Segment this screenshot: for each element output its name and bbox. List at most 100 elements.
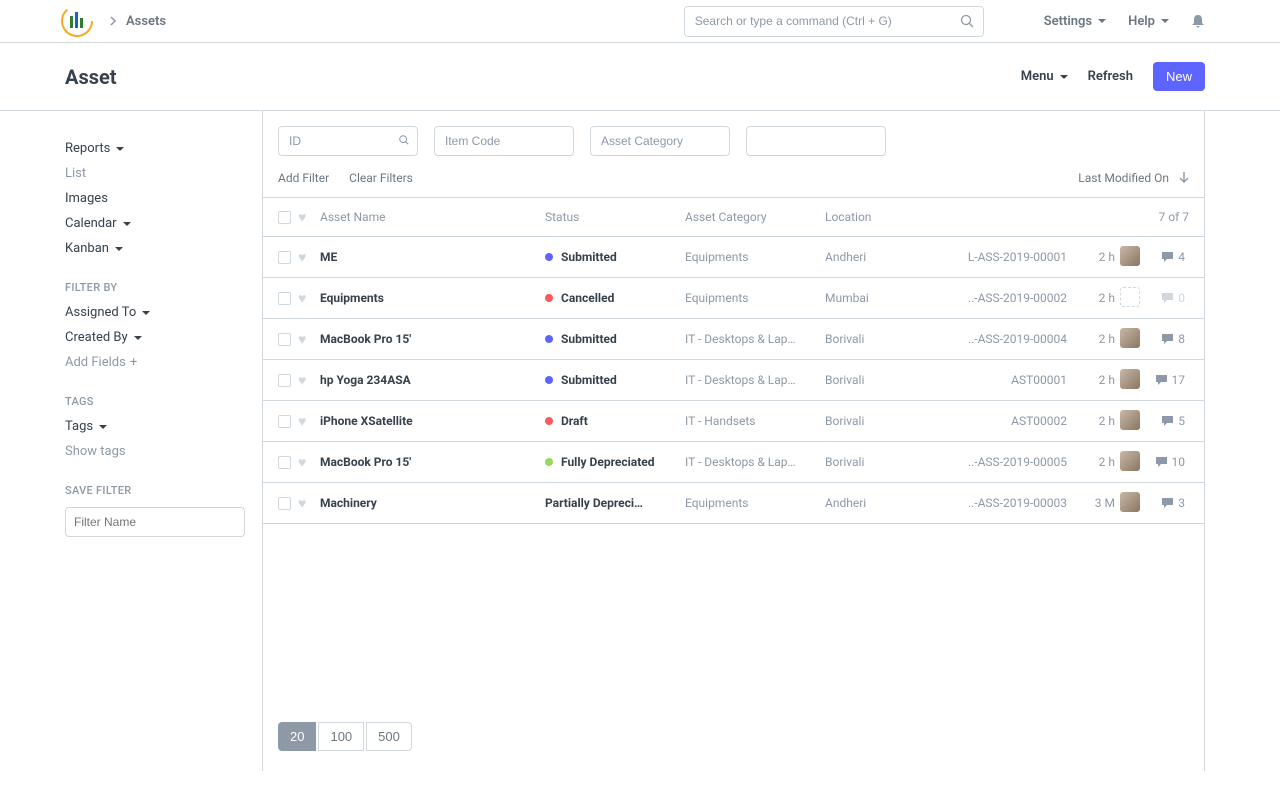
row-checkbox[interactable]: [278, 497, 291, 510]
page-size-500[interactable]: 500: [366, 722, 412, 751]
sidebar-assigned-to[interactable]: Assigned To: [65, 300, 262, 325]
comment-count[interactable]: 10: [1156, 455, 1186, 469]
page-size-100[interactable]: 100: [318, 722, 364, 751]
settings-menu[interactable]: Settings: [1044, 14, 1106, 29]
refresh-button[interactable]: Refresh: [1088, 69, 1133, 84]
avatar-cell: [1115, 328, 1145, 351]
heart-icon[interactable]: ♥: [298, 496, 306, 512]
sidebar-tags-heading: TAGS: [65, 395, 262, 408]
avatar: [1120, 410, 1140, 430]
asset-name-link[interactable]: MacBook Pro 15': [320, 332, 411, 346]
status-dot-icon: [545, 458, 553, 466]
asset-age: 3 M: [1075, 496, 1115, 510]
sidebar-calendar[interactable]: Calendar: [65, 211, 262, 236]
asset-category: IT - Handsets: [685, 414, 825, 428]
clear-filters-link[interactable]: Clear Filters: [349, 171, 413, 185]
search-container: [684, 6, 984, 37]
heart-icon[interactable]: ♥: [298, 455, 306, 471]
heart-icon[interactable]: ♥: [298, 332, 306, 348]
comment-count[interactable]: 5: [1162, 414, 1185, 428]
help-menu[interactable]: Help: [1128, 14, 1169, 29]
row-checkbox[interactable]: [278, 415, 291, 428]
asset-id: ..-ASS-2019-00002: [960, 291, 1075, 305]
avatar-cell: [1115, 246, 1145, 269]
sidebar-reports[interactable]: Reports: [65, 136, 262, 161]
asset-location: Borivali: [825, 332, 960, 346]
sidebar-tags[interactable]: Tags: [65, 414, 262, 439]
table-row[interactable]: ♥ hp Yoga 234ASA Submitted IT - Desktops…: [263, 360, 1204, 401]
comment-count[interactable]: 3: [1162, 496, 1185, 510]
comment-count[interactable]: 8: [1162, 332, 1185, 346]
list-content: Add Filter Clear Filters Last Modified O…: [262, 111, 1205, 771]
asset-age: 2 h: [1075, 291, 1115, 305]
asset-id: ..-ASS-2019-00004: [960, 332, 1075, 346]
new-button[interactable]: New: [1153, 62, 1205, 91]
sidebar-created-by[interactable]: Created By: [65, 325, 262, 350]
sidebar-kanban[interactable]: Kanban: [65, 236, 262, 261]
main-layout: Reports List Images Calendar Kanban FILT…: [0, 111, 1280, 771]
sidebar-show-tags[interactable]: Show tags: [65, 439, 262, 464]
plus-icon: +: [130, 355, 137, 370]
heart-icon[interactable]: ♥: [298, 291, 306, 307]
sidebar-images[interactable]: Images: [65, 186, 262, 211]
status-badge: Fully Depreciated: [545, 455, 685, 469]
select-all-checkbox[interactable]: [278, 211, 291, 224]
table-row[interactable]: ♥ Machinery Partially Depreci… Equipment…: [263, 483, 1204, 524]
sidebar-list[interactable]: List: [65, 161, 262, 186]
row-checkbox[interactable]: [278, 456, 291, 469]
asset-name-link[interactable]: hp Yoga 234ASA: [320, 373, 411, 387]
avatar-cell: [1115, 410, 1145, 433]
page-size-20[interactable]: 20: [278, 722, 316, 751]
row-checkbox[interactable]: [278, 374, 291, 387]
asset-id: AST00001: [960, 373, 1075, 387]
asset-name-link[interactable]: iPhone XSatellite: [320, 414, 413, 428]
asset-location: Andheri: [825, 496, 960, 510]
menu-button[interactable]: Menu: [1021, 69, 1068, 84]
add-filter-link[interactable]: Add Filter: [278, 171, 329, 185]
search-input[interactable]: [684, 6, 984, 37]
avatar-cell: [1115, 369, 1145, 392]
comment-count[interactable]: 17: [1156, 373, 1186, 387]
row-checkbox[interactable]: [278, 292, 291, 305]
comment-count[interactable]: 0: [1162, 291, 1185, 305]
bell-icon[interactable]: [1191, 14, 1205, 28]
asset-name-link[interactable]: Equipments: [320, 291, 384, 305]
comment-count[interactable]: 4: [1162, 250, 1185, 264]
heart-icon[interactable]: ♥: [298, 373, 306, 389]
asset-name-link[interactable]: ME: [320, 250, 337, 264]
filter-id-input[interactable]: [278, 126, 418, 156]
asset-id: ..-ASS-2019-00003: [960, 496, 1075, 510]
filter-empty-input[interactable]: [746, 126, 886, 156]
asset-name-link[interactable]: MacBook Pro 15': [320, 455, 411, 469]
sort-control[interactable]: Last Modified On: [1078, 171, 1189, 185]
filter-item-code-input[interactable]: [434, 126, 574, 156]
sidebar: Reports List Images Calendar Kanban FILT…: [65, 111, 262, 771]
heart-icon[interactable]: ♥: [298, 250, 306, 266]
table-row[interactable]: ♥ ME Submitted Equipments Andheri L-ASS-…: [263, 237, 1204, 278]
arrow-down-icon: [1179, 172, 1189, 184]
sidebar-add-fields[interactable]: Add Fields +: [65, 350, 262, 375]
asset-category: IT - Desktops & Lap…: [685, 455, 825, 469]
asset-category: IT - Desktops & Lap…: [685, 373, 825, 387]
asset-name-link[interactable]: Machinery: [320, 496, 377, 510]
avatar: [1120, 451, 1140, 471]
breadcrumb-assets[interactable]: Assets: [126, 14, 166, 29]
table-row[interactable]: ♥ MacBook Pro 15' Submitted IT - Desktop…: [263, 319, 1204, 360]
col-header-location: Location: [825, 210, 960, 224]
asset-category: Equipments: [685, 250, 825, 264]
asset-id: AST00002: [960, 414, 1075, 428]
asset-location: Borivali: [825, 373, 960, 387]
sort-label: Last Modified On: [1078, 171, 1169, 185]
status-badge: Draft: [545, 414, 685, 428]
app-logo: [60, 4, 94, 38]
table-row[interactable]: ♥ Equipments Cancelled Equipments Mumbai…: [263, 278, 1204, 319]
sidebar-save-filter-heading: SAVE FILTER: [65, 484, 262, 497]
row-checkbox[interactable]: [278, 251, 291, 264]
table-row[interactable]: ♥ iPhone XSatellite Draft IT - Handsets …: [263, 401, 1204, 442]
status-dot-icon: [545, 253, 553, 261]
row-checkbox[interactable]: [278, 333, 291, 346]
table-row[interactable]: ♥ MacBook Pro 15' Fully Depreciated IT -…: [263, 442, 1204, 483]
filter-asset-category-input[interactable]: [590, 126, 730, 156]
filter-name-input[interactable]: [65, 507, 245, 537]
heart-icon[interactable]: ♥: [298, 414, 306, 430]
